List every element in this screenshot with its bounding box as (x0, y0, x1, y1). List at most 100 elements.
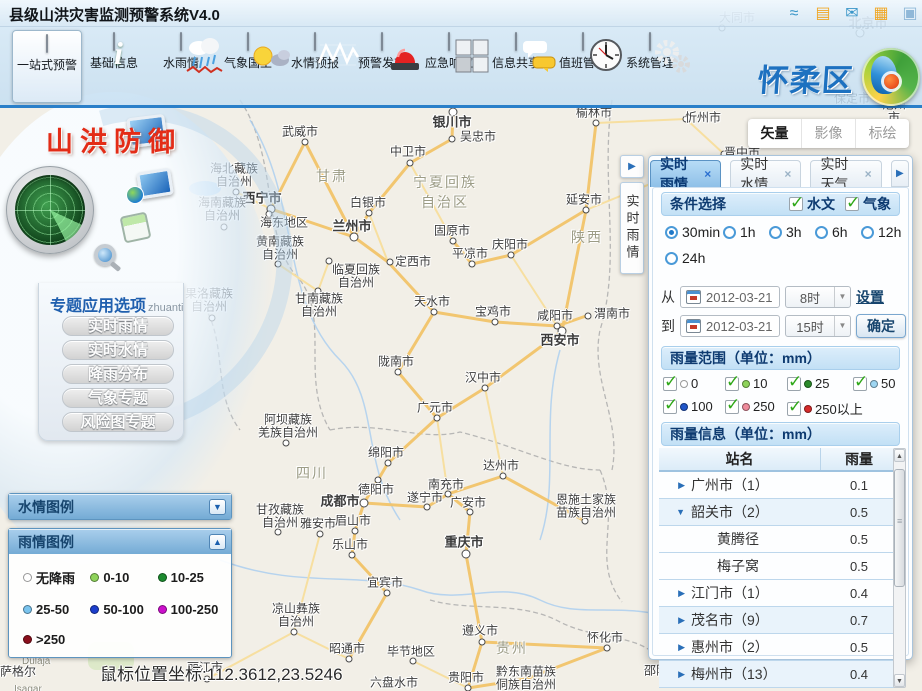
tab-实时雨情[interactable]: 实时雨情× (650, 160, 721, 187)
checkbox-checked-icon[interactable] (663, 377, 677, 391)
to-hour-select[interactable]: 15时 ▼ (785, 315, 851, 337)
tab-scroll-right-icon[interactable]: ▶ (891, 160, 909, 187)
table-row[interactable]: ▶茂名市（9）0.7 (659, 607, 897, 634)
toolbar-button-7[interactable]: 应急响应 (414, 33, 484, 71)
toolbar-button-2[interactable]: i基础信息 (79, 33, 149, 71)
rain-legend-header[interactable]: 雨情图例 ▲ (9, 529, 231, 554)
city-marker[interactable] (360, 499, 369, 508)
radio-6h[interactable]: 6h (815, 224, 848, 240)
collapse-down-icon[interactable]: ▼ (209, 499, 226, 515)
radio-icon[interactable] (665, 226, 678, 239)
radio-icon[interactable] (723, 226, 736, 239)
collapsed-icon[interactable]: ▶ (659, 480, 685, 491)
city-marker[interactable] (291, 629, 298, 636)
table-scrollbar[interactable]: ▲ ▼ (893, 448, 906, 688)
collapsed-icon[interactable]: ▶ (659, 669, 685, 680)
city-marker[interactable] (593, 120, 600, 127)
city-marker[interactable] (302, 139, 309, 146)
range-100[interactable]: 100 (663, 399, 713, 414)
range-50[interactable]: 50 (853, 376, 895, 391)
toolbar-button-9[interactable]: 值班管理 (548, 33, 618, 71)
close-icon[interactable]: × (784, 167, 791, 181)
radio-1h[interactable]: 1h (723, 224, 756, 240)
radio-icon[interactable] (769, 226, 782, 239)
range-10[interactable]: 10 (725, 376, 767, 391)
close-icon[interactable]: × (865, 167, 872, 181)
map-mode-标绘[interactable]: 标绘 (855, 119, 909, 148)
sidebar-item-3[interactable]: 降雨分布 (62, 364, 174, 384)
sidebar-item-5[interactable]: 风险图专题 (62, 412, 174, 432)
city-marker[interactable] (317, 531, 324, 538)
city-marker[interactable] (407, 160, 414, 167)
toolbar-button-8[interactable]: 信息共享 (481, 33, 551, 71)
sidebar-item-2[interactable]: 实时水情 (62, 340, 174, 360)
city-marker[interactable] (449, 136, 456, 143)
from-date-field[interactable]: 2012-03-21 (680, 286, 780, 308)
city-marker[interactable] (352, 528, 359, 535)
checkbox-checked-icon[interactable] (789, 197, 803, 211)
snapshot-icon[interactable]: ▣ (900, 4, 920, 24)
table-row[interactable]: ▼韶关市（2）0.5 (659, 499, 897, 526)
chevron-down-icon[interactable]: ▼ (834, 316, 850, 336)
checkbox-checked-icon[interactable] (845, 197, 859, 211)
scroll-down-icon[interactable]: ▼ (894, 674, 905, 687)
map-mode-影像[interactable]: 影像 (801, 119, 855, 148)
radio-icon[interactable] (815, 226, 828, 239)
mail-icon[interactable]: ✉ (842, 4, 862, 24)
from-hour-select[interactable]: 8时 ▼ (785, 286, 851, 308)
radio-24h[interactable]: 24h (665, 250, 705, 266)
range-250以上[interactable]: 250以上 (787, 399, 863, 418)
city-marker[interactable] (387, 259, 394, 266)
collapsed-icon[interactable]: ▶ (659, 615, 685, 626)
checkbox-checked-icon[interactable] (725, 400, 739, 414)
city-marker[interactable] (583, 207, 590, 214)
range-25[interactable]: 25 (787, 376, 829, 391)
scrollbar-thumb[interactable] (894, 469, 905, 587)
settings-link[interactable]: 设置 (856, 287, 884, 307)
toolbar-button-1[interactable]: 一站式预警 (12, 30, 82, 103)
collapse-up-icon[interactable]: ▲ (209, 534, 226, 550)
confirm-button[interactable]: 确定 (856, 314, 906, 338)
map-mode-矢量[interactable]: 矢量 (748, 119, 801, 148)
sidebar-item-1[interactable]: 实时雨情 (62, 316, 174, 336)
table-row[interactable]: ▶广州市（1）0.1 (659, 472, 897, 499)
toolbar-button-3[interactable]: 水雨情 (146, 33, 216, 71)
device-icon[interactable]: ▤ (813, 4, 833, 24)
city-marker[interactable] (366, 210, 373, 217)
radio-icon[interactable] (861, 226, 874, 239)
wave-icon[interactable]: ≈ (784, 4, 804, 24)
city-marker[interactable] (385, 460, 392, 467)
calendar-icon[interactable] (686, 290, 701, 304)
collapsed-icon[interactable]: ▶ (659, 588, 685, 599)
toolbar-button-6[interactable]: 预警发布 (347, 33, 417, 71)
city-marker[interactable] (349, 552, 356, 559)
city-marker[interactable] (604, 645, 611, 652)
city-marker[interactable] (469, 261, 476, 268)
radio-icon[interactable] (665, 252, 678, 265)
tab-实时天气[interactable]: 实时天气× (810, 160, 881, 187)
folder-key-icon[interactable]: ▦ (871, 4, 891, 24)
table-row[interactable]: ▶梅州市（13）0.4 (659, 661, 897, 688)
checkbox-checked-icon[interactable] (787, 402, 801, 416)
radio-3h[interactable]: 3h (769, 224, 802, 240)
city-marker[interactable] (500, 473, 507, 480)
calendar-icon[interactable] (686, 319, 701, 333)
scroll-up-icon[interactable]: ▲ (894, 449, 905, 462)
collapsed-icon[interactable]: ▶ (659, 642, 685, 653)
toolbar-button-4[interactable]: 气象国土 (213, 33, 283, 71)
city-marker[interactable] (492, 319, 499, 326)
to-date-field[interactable]: 2012-03-21 (680, 315, 780, 337)
city-marker[interactable] (346, 656, 353, 663)
toolbar-button-5[interactable]: 水情预报 (280, 33, 350, 71)
expand-right-icon[interactable]: ▶ (620, 155, 644, 178)
city-marker[interactable] (482, 385, 489, 392)
toolbar-button-10[interactable]: 系统管理 (615, 33, 685, 71)
table-row[interactable]: ▶江门市（1）0.4 (659, 580, 897, 607)
city-marker[interactable] (465, 685, 472, 691)
tab-实时水情[interactable]: 实时水情× (730, 160, 801, 187)
city-marker[interactable] (384, 590, 391, 597)
close-icon[interactable]: × (704, 167, 711, 181)
city-marker[interactable] (508, 252, 515, 259)
chevron-down-icon[interactable]: ▼ (834, 287, 850, 307)
city-marker[interactable] (395, 369, 402, 376)
